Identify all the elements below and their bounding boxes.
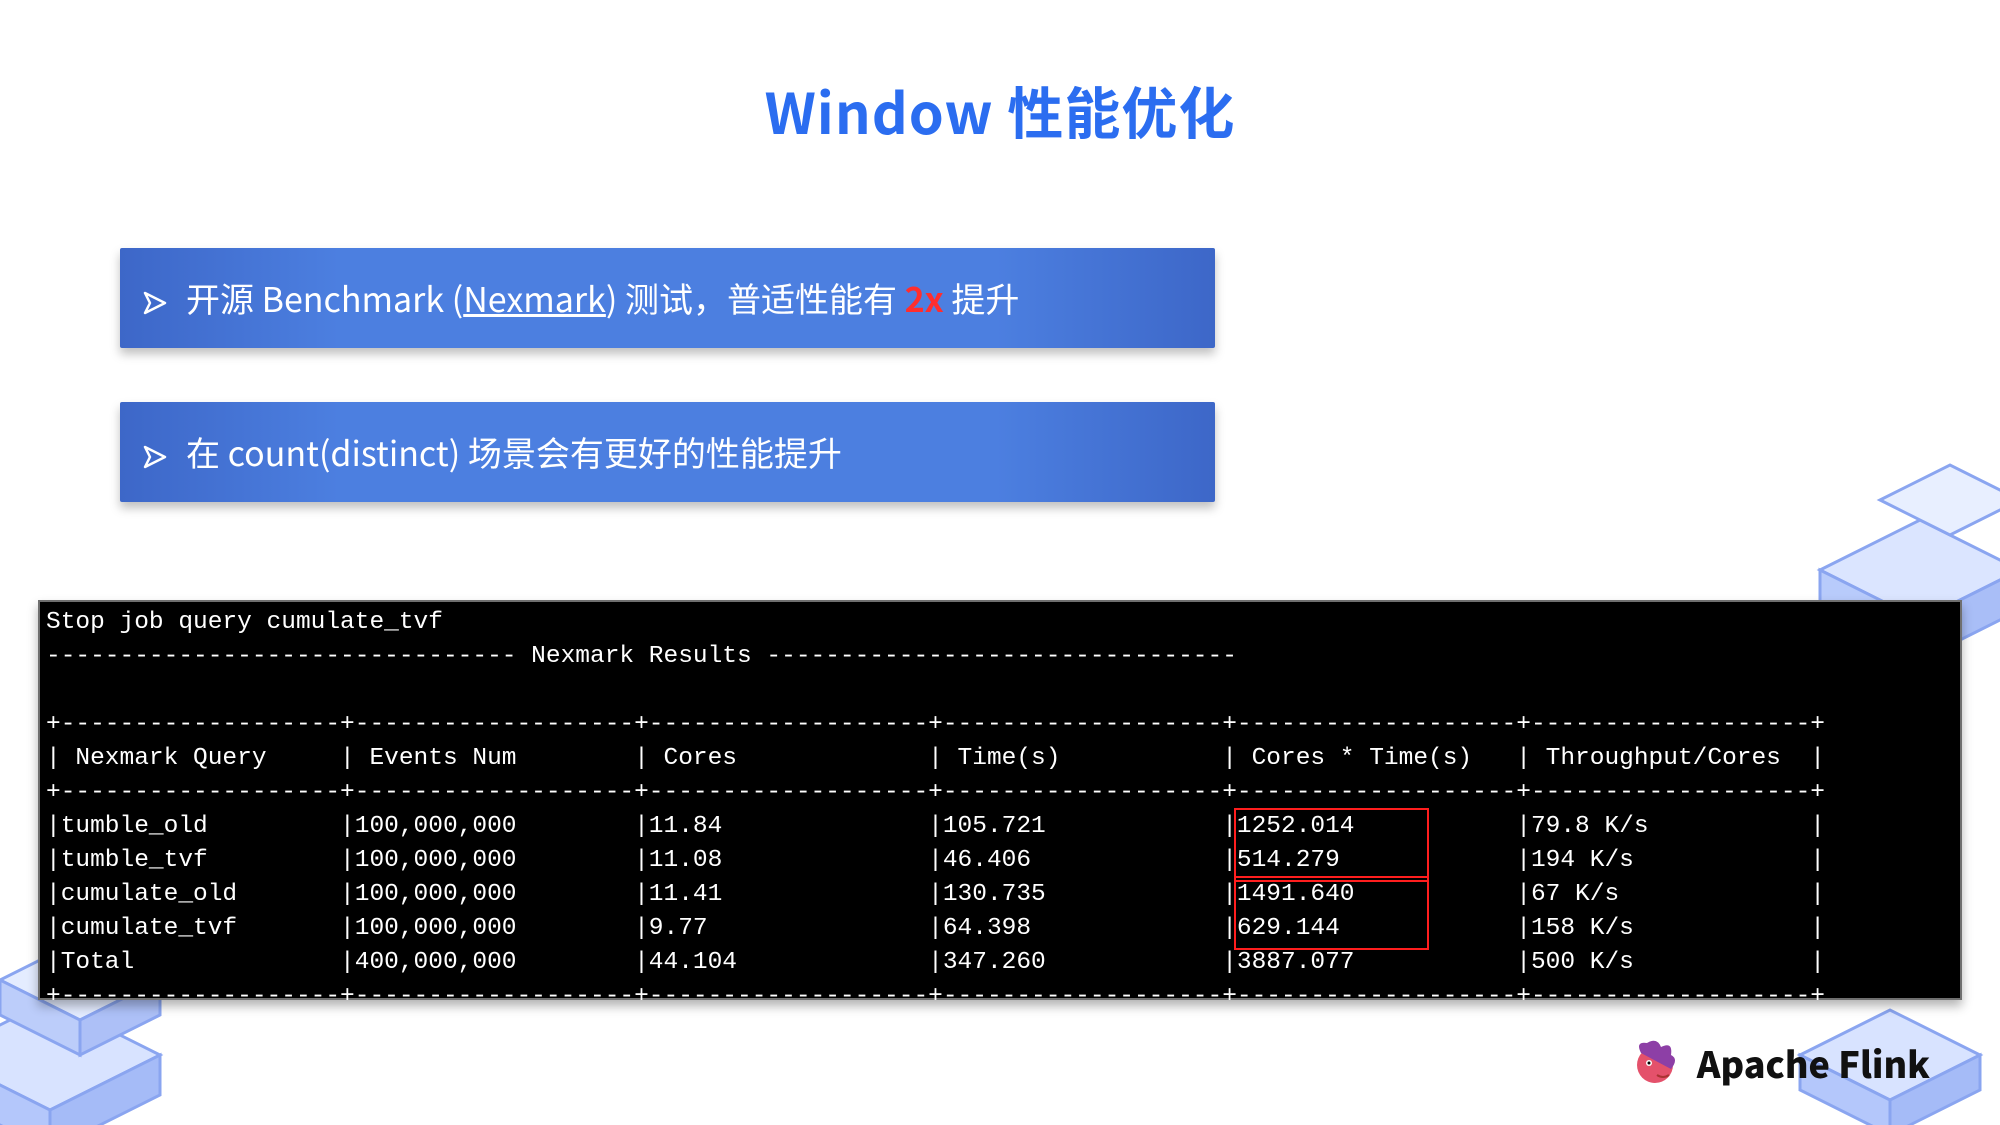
apache-flink-text: Apache Flink	[1697, 1037, 1930, 1089]
flink-squirrel-icon	[1627, 1035, 1683, 1091]
bullet-arrow-icon	[142, 276, 168, 320]
terminal-output: Stop job query cumulate_tvf ------------…	[38, 600, 1962, 1000]
bullet-text: 在 count(distinct) 场景会有更好的性能提升	[186, 427, 842, 476]
slide-title: Window 性能优化	[0, 70, 2000, 151]
bullet-arrow-icon	[142, 430, 168, 474]
bullet-text: 开源 Benchmark (Nexmark) 测试，普适性能有 2x 提升	[186, 273, 1019, 322]
nexmark-link[interactable]: Nexmark	[463, 273, 606, 322]
bullet-benchmark: 开源 Benchmark (Nexmark) 测试，普适性能有 2x 提升	[120, 248, 1215, 348]
apache-flink-logo: Apache Flink	[1627, 1035, 1930, 1091]
bullet-count-distinct: 在 count(distinct) 场景会有更好的性能提升	[120, 402, 1215, 502]
